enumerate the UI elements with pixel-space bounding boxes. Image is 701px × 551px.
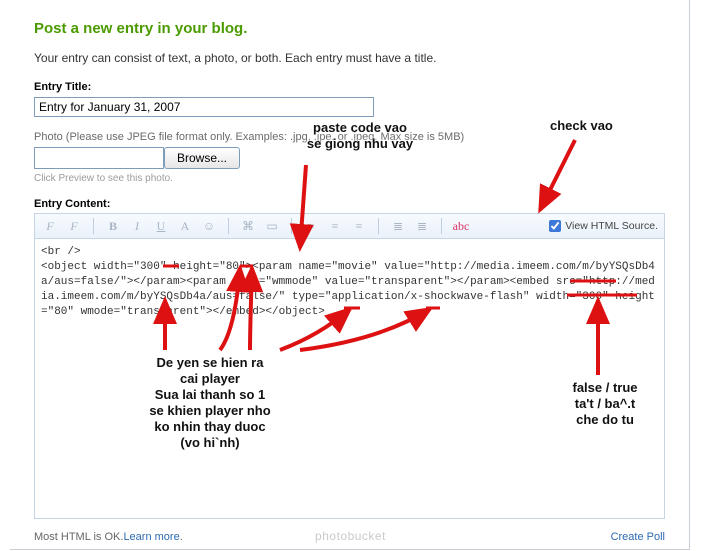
italic-icon[interactable]: I (128, 218, 146, 234)
learn-more-link[interactable]: Learn more (123, 531, 179, 543)
intro-text: Your entry can consist of text, a photo,… (34, 51, 665, 65)
entry-content-label: Entry Content: (34, 198, 665, 210)
font-icon[interactable]: F (41, 218, 59, 234)
browse-button[interactable]: Browse... (164, 147, 240, 169)
spellcheck-icon[interactable]: abc (452, 218, 470, 234)
preview-note: Click Preview to see this photo. (34, 173, 665, 184)
entry-title-label: Entry Title: (34, 81, 665, 93)
photo-label: Photo (Please use JPEG file format only.… (34, 131, 665, 143)
html-source-editor[interactable]: <br /> <object width="300" height="80"><… (34, 239, 665, 519)
entry-title-input[interactable] (34, 97, 374, 117)
link-icon[interactable]: ⌘ (239, 218, 257, 234)
list-number-icon[interactable]: ≣ (389, 218, 407, 234)
emoji-icon[interactable]: ☺ (200, 218, 218, 234)
font-size-icon[interactable]: F (65, 218, 83, 234)
photo-path-input[interactable] (34, 147, 164, 169)
list-bullet-icon[interactable]: ≣ (413, 218, 431, 234)
editor-code: <br /> <object width="300" height="80"><… (41, 246, 655, 318)
text-color-icon[interactable]: A (176, 218, 194, 234)
html-note: Most HTML is OK.Learn more. (34, 531, 183, 543)
create-poll-link[interactable]: Create Poll (611, 531, 665, 543)
align-left-icon[interactable]: ≡ (302, 218, 320, 234)
align-center-icon[interactable]: ≡ (326, 218, 344, 234)
align-right-icon[interactable]: ≡ (350, 218, 368, 234)
image-icon[interactable]: ▭ (263, 218, 281, 234)
bold-icon[interactable]: B (104, 218, 122, 234)
editor-toolbar: F F B I U A ☺ ⌘ ▭ ≡ ≡ ≡ ≣ ≣ abc View HTM… (34, 213, 665, 239)
page-title: Post a new entry in your blog. (34, 20, 665, 37)
view-source-label: View HTML Source. (565, 220, 658, 232)
view-source-checkbox[interactable] (549, 220, 561, 232)
underline-icon[interactable]: U (152, 218, 170, 234)
